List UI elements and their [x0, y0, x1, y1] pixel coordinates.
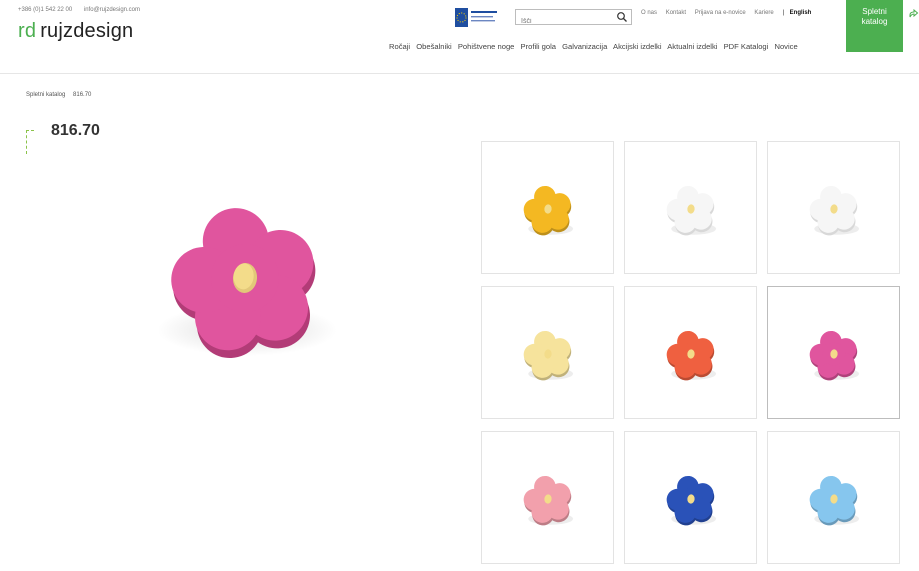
nav-pdf-catalogs[interactable]: PDF Katalogi: [724, 42, 769, 51]
color-variant-thumbnail[interactable]: [767, 141, 900, 274]
logo-text: rujzdesign: [40, 20, 134, 42]
nav-current-products[interactable]: Aktualni izdelki: [667, 42, 717, 51]
color-variant-thumbnail[interactable]: [481, 431, 614, 564]
nav-sale-products[interactable]: Akcijski izdelki: [613, 42, 662, 51]
product-main-image[interactable]: [145, 190, 345, 370]
language-link[interactable]: English: [790, 10, 812, 16]
search-input[interactable]: [516, 14, 611, 29]
flower-knob-image: [809, 185, 860, 236]
flower-knob-image: [666, 475, 717, 526]
phone-link[interactable]: +386 (0)1 542 22 00: [18, 7, 72, 13]
nav-news[interactable]: Novice: [774, 42, 797, 51]
nav-furniture-legs[interactable]: Pohištvene noge: [458, 42, 515, 51]
online-catalog-button[interactable]: Spletni katalog: [846, 0, 903, 52]
color-variant-thumbnail[interactable]: [767, 431, 900, 564]
nav-hooks[interactable]: Obešalniki: [416, 42, 451, 51]
breadcrumb: Spletni katalog 816.70: [26, 92, 97, 98]
share-icon[interactable]: [908, 9, 919, 20]
page-title: 816.70: [51, 122, 100, 139]
flower-knob-image: [666, 185, 717, 236]
color-variant-thumbnail[interactable]: [624, 431, 757, 564]
color-variant-thumbnail[interactable]: [624, 286, 757, 419]
flower-knob-image: [809, 330, 860, 381]
search-icon[interactable]: [616, 11, 628, 23]
breadcrumb-current: 816.70: [73, 92, 92, 98]
nav-galvanization[interactable]: Galvanizacija: [562, 42, 607, 51]
language-separator: |: [782, 10, 784, 16]
link-contact[interactable]: Kontakt: [666, 10, 686, 16]
color-variant-thumbnail[interactable]: [624, 141, 757, 274]
top-links: O nas Kontakt Prijava na e-novice Karier…: [641, 10, 818, 16]
email-link[interactable]: info@rujzdesign.com: [84, 7, 140, 13]
site-header: +386 (0)1 542 22 00 info@rujzdesign.com …: [0, 0, 919, 74]
nav-handles[interactable]: Ročaji: [389, 42, 410, 51]
search-box: [515, 9, 632, 29]
color-variant-thumbnail[interactable]: [767, 286, 900, 419]
main-navigation: Ročaji Obešalniki Pohištvene noge Profil…: [389, 42, 802, 51]
catalog-button-line2: katalog: [861, 17, 888, 26]
eu-funding-logo: [455, 8, 497, 27]
flower-knob-image: [523, 185, 574, 236]
flower-knob-image: [523, 475, 574, 526]
catalog-button-line1: Spletni: [862, 7, 887, 16]
title-decoration: [26, 130, 34, 154]
breadcrumb-catalog[interactable]: Spletni katalog: [26, 92, 65, 98]
color-variant-thumbnail[interactable]: [481, 141, 614, 274]
link-newsletter[interactable]: Prijava na e-novice: [695, 10, 746, 16]
link-careers[interactable]: Kariere: [754, 10, 773, 16]
nav-gola-profiles[interactable]: Profili gola: [521, 42, 556, 51]
logo-mark: rd: [18, 20, 37, 42]
contact-info: +386 (0)1 542 22 00 info@rujzdesign.com: [18, 7, 150, 13]
flower-knob-image: [809, 475, 860, 526]
color-variant-thumbnail[interactable]: [481, 286, 614, 419]
flower-knob-image: [666, 330, 717, 381]
link-about[interactable]: O nas: [641, 10, 657, 16]
site-logo[interactable]: rd rujzdesign: [18, 20, 133, 43]
flower-knob-image: [523, 330, 574, 381]
